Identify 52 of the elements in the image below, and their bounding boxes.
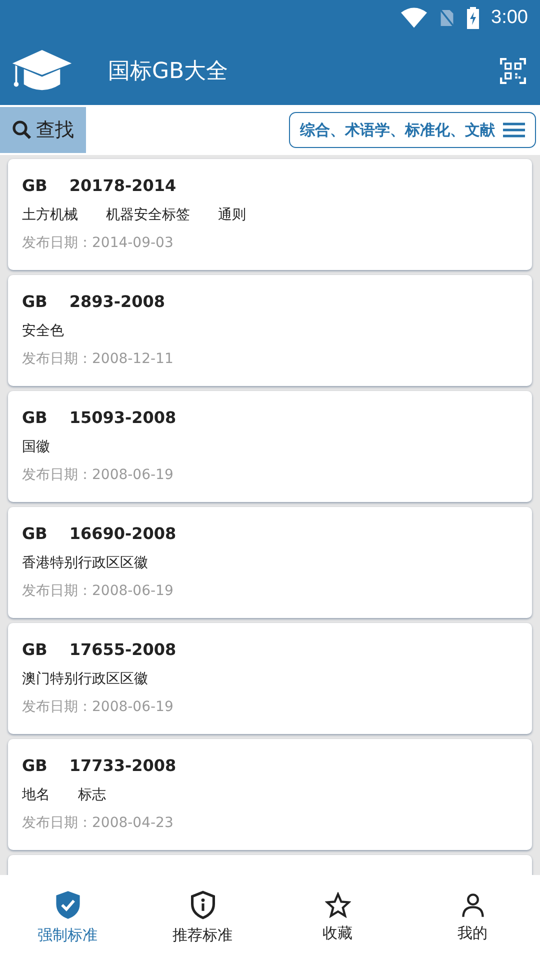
standard-card[interactable]: GB 2893-2008 安全色 发布日期：2008-12-11 (8, 275, 532, 386)
standard-number: 17655-2008 (69, 640, 176, 659)
standard-card[interactable]: GB 16690-2008 香港特别行政区区徽 发布日期：2008-06-19 (8, 507, 532, 618)
standard-card[interactable]: GB 15093-2008 国徽 发布日期：2008-06-19 (8, 391, 532, 502)
standard-term: 标志 (78, 786, 106, 804)
standard-term: 国徽 (22, 438, 50, 456)
battery-icon (467, 7, 480, 29)
standard-card[interactable]: GB 17655-2008 澳门特别行政区区徽 发布日期：2008-06-19 (8, 623, 532, 734)
publish-date: 发布日期：2008-06-19 (22, 466, 174, 484)
standard-term: 地名 (22, 786, 50, 804)
publish-date: 发布日期：2008-12-11 (22, 350, 174, 368)
search-icon (12, 120, 32, 140)
nav-tab[interactable]: 强制标准 (0, 875, 135, 960)
standard-term: 香港特别行政区区徽 (22, 554, 148, 572)
standard-prefix: GB (22, 640, 48, 659)
standard-term: 土方机械 (22, 206, 78, 224)
wifi-icon (401, 7, 428, 29)
shield-check-icon (54, 890, 80, 920)
qr-scan-icon[interactable] (500, 58, 526, 84)
app-title: 国标GB大全 (108, 58, 230, 86)
no-sim-icon (439, 8, 456, 28)
shield-info-icon (190, 890, 216, 920)
standard-prefix: GB (22, 176, 48, 195)
standard-number: 15093-2008 (69, 408, 176, 427)
publish-date: 发布日期：2008-06-19 (22, 582, 174, 600)
standard-prefix: GB (22, 292, 48, 311)
standard-card[interactable]: GB 17733-2008 地名 标志 发布日期：2008-04-23 (8, 739, 532, 850)
standard-prefix: GB (22, 524, 48, 543)
publish-date: 发布日期：2014-09-03 (22, 234, 174, 252)
standard-term: 机器安全标签 (106, 206, 190, 224)
standard-number: 16690-2008 (69, 524, 176, 543)
standard-term: 安全色 (22, 322, 64, 340)
menu-icon (503, 122, 525, 138)
graduation-cap-icon (12, 50, 72, 92)
star-icon (324, 892, 350, 918)
clock-time: 3:00 (491, 7, 528, 29)
publish-date: 发布日期：2008-06-19 (22, 698, 174, 716)
standard-term: 通则 (218, 206, 246, 224)
standard-prefix: GB (22, 408, 48, 427)
standard-card[interactable]: GB 20178-2014 土方机械 机器安全标签 通则 发布日期：2014-09-03 (8, 159, 532, 270)
standard-number: 2893-2008 (69, 292, 166, 311)
publish-date: 发布日期：2008-04-23 (22, 814, 174, 832)
standard-term: 澳门特别行政区区徽 (22, 670, 148, 688)
standard-number: 20178-2014 (69, 176, 176, 195)
nav-tab[interactable]: 收藏 (270, 875, 405, 960)
standard-number: 17733-2008 (69, 756, 176, 775)
search-button[interactable]: 查找 (0, 107, 86, 153)
category-filter-button[interactable]: 综合、术语学、标准化、文献 (289, 112, 536, 148)
nav-tab[interactable]: 推荐标准 (135, 875, 270, 960)
nav-tab[interactable]: 我的 (405, 875, 540, 960)
person-icon (460, 892, 486, 918)
standard-prefix: GB (22, 756, 48, 775)
